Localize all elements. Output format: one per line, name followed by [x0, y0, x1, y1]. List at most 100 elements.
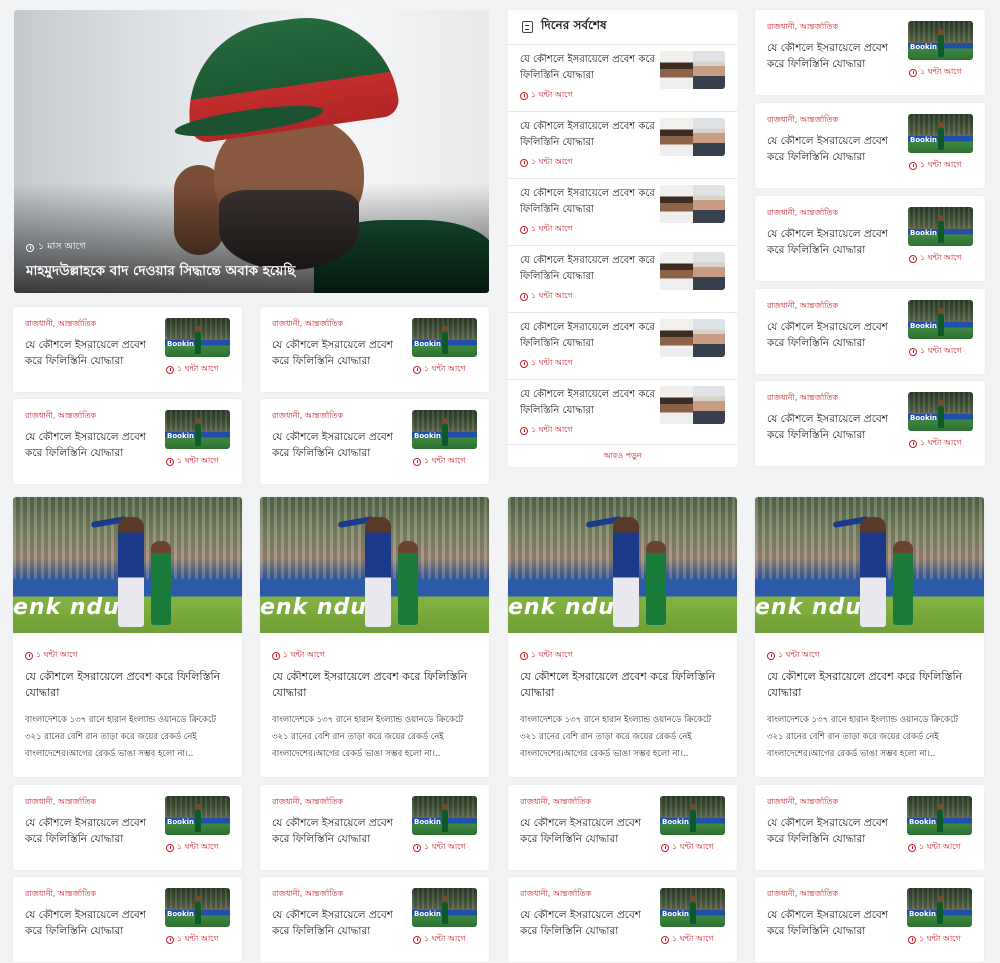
- news-card[interactable]: রাজধানী, আন্তর্জাতিক যে কৌশলে ইসরায়েলে প…: [755, 289, 985, 374]
- news-thumbnail[interactable]: Bookin: [660, 796, 725, 835]
- news-time: ১ ঘন্টা আগে: [661, 933, 714, 946]
- latest-item-thumbnail[interactable]: [660, 185, 725, 223]
- news-thumbnail[interactable]: Bookin: [660, 888, 725, 927]
- latest-item[interactable]: যে কৌশলে ইসরায়েলে প্রবেশ করে ফিলিস্তিনি…: [508, 178, 737, 245]
- category-label: রাজধানী, আন্তর্জাতিক: [25, 411, 97, 420]
- news-card[interactable]: রাজধানী, আন্তর্জাতিক যে কৌশলে ইসরায়েলে প…: [13, 785, 242, 870]
- news-title[interactable]: যে কৌশলে ইসরায়েলে প্রবেশ করে ফিলিস্তিনি…: [520, 669, 730, 701]
- news-card[interactable]: রাজধানী, আন্তর্জাতিক যে কৌশলে ইসরায়েলে প…: [508, 785, 737, 870]
- news-title[interactable]: যে কৌশলে ইসরায়েলে প্রবেশ করে ফিলিস্তিনি…: [767, 669, 977, 701]
- news-title[interactable]: যে কৌশলে ইসরায়েলে প্রবেশ করে ফিলিস্তিনি…: [25, 815, 161, 847]
- latest-item-thumbnail[interactable]: [660, 51, 725, 89]
- clock-icon: [661, 935, 669, 944]
- latest-item[interactable]: যে কৌশলে ইসরায়েলে প্রবেশ করে ফিলিস্তিনি…: [508, 379, 737, 446]
- latest-item-time: ১ ঘন্টা আগে: [520, 424, 573, 437]
- latest-news-panel: দিনের সর্বশেষ যে কৌশলে ইসরায়েলে প্রবেশ …: [508, 10, 737, 467]
- news-title[interactable]: যে কৌশলে ইসরায়েলে প্রবেশ করে ফিলিস্তিনি…: [520, 907, 656, 939]
- news-thumbnail[interactable]: Bookin: [412, 410, 477, 449]
- news-card[interactable]: রাজধানী, আন্তর্জাতিক যে কৌশলে ইসরায়েলে প…: [508, 877, 737, 962]
- news-thumbnail[interactable]: Bookin: [908, 114, 973, 153]
- news-card[interactable]: রাজধানী, আন্তর্জাতিক যে কৌশলে ইসরায়েলে প…: [260, 877, 489, 962]
- latest-item-title[interactable]: যে কৌশলে ইসরায়েলে প্রবেশ করে ফিলিস্তিনি…: [520, 186, 658, 218]
- latest-item-thumbnail[interactable]: [660, 319, 725, 357]
- news-card[interactable]: রাজধানী, আন্তর্জাতিক যে কৌশলে ইসরায়েলে প…: [755, 381, 985, 466]
- news-card[interactable]: রাজধানী, আন্তর্জাতিক যে কৌশলে ইসরায়েলে প…: [755, 196, 985, 281]
- latest-item[interactable]: যে কৌশলে ইসরায়েলে প্রবেশ করে ফিলিস্তিনি…: [508, 111, 737, 178]
- category-label: রাজধানী, আন্তর্জাতিক: [272, 889, 344, 898]
- cricket-image[interactable]: enk ndus: [13, 497, 242, 633]
- news-thumbnail[interactable]: Bookin: [907, 888, 972, 927]
- news-card[interactable]: রাজধানী, আন্তর্জাতিক যে কৌশলে ইসরায়েলে প…: [13, 307, 242, 392]
- clock-icon: [909, 68, 917, 77]
- news-thumbnail[interactable]: Bookin: [908, 392, 973, 431]
- news-title[interactable]: যে কৌশলে ইসরায়েলে প্রবেশ করে ফিলিস্তিনি…: [767, 411, 903, 443]
- news-card[interactable]: রাজধানী, আন্তর্জাতিক যে কৌশলে ইসরায়েলে প…: [260, 399, 489, 484]
- news-time: ১ ঘন্টা আগে: [166, 933, 219, 946]
- news-card[interactable]: রাজধানী, আন্তর্জাতিক যে কৌশলে ইসরায়েলে প…: [755, 785, 984, 870]
- news-title[interactable]: যে কৌশলে ইসরায়েলে প্রবেশ করে ফিলিস্তিনি…: [272, 907, 408, 939]
- news-card[interactable]: রাজধানী, আন্তর্জাতিক যে কৌশলে ইসরায়েলে প…: [13, 877, 242, 962]
- news-thumbnail[interactable]: Bookin: [908, 21, 973, 60]
- news-card[interactable]: রাজধানী, আন্তর্জাতিক যে কৌশলে ইসরায়েলে প…: [755, 877, 984, 962]
- news-thumbnail[interactable]: Bookin: [907, 796, 972, 835]
- clock-icon: [520, 225, 528, 234]
- news-title[interactable]: যে কৌশলে ইসরায়েলে প্রবেশ করে ফিলিস্তিনি…: [25, 337, 161, 369]
- news-thumbnail[interactable]: Bookin: [908, 300, 973, 339]
- news-title[interactable]: যে কৌশলে ইসরায়েলে প্রবেশ করে ফিলিস্তিনি…: [272, 429, 408, 461]
- news-card[interactable]: রাজধানী, আন্তর্জাতিক যে কৌশলে ইসরায়েলে প…: [755, 103, 985, 188]
- news-thumbnail[interactable]: Bookin: [412, 796, 477, 835]
- featured-news-card[interactable]: enk ndus ১ ঘন্টা আগে যে কৌশলে ইসরায়েলে প্…: [508, 497, 737, 777]
- latest-item-title[interactable]: যে কৌশলে ইসরায়েলে প্রবেশ করে ফিলিস্তিনি…: [520, 320, 658, 352]
- news-title[interactable]: যে কৌশলে ইসরায়েলে প্রবেশ করে ফিলিস্তিনি…: [767, 907, 903, 939]
- news-title[interactable]: যে কৌশলে ইসরায়েলে প্রবেশ করে ফিলিস্তিনি…: [767, 815, 903, 847]
- latest-item[interactable]: যে কৌশলে ইসরায়েলে প্রবেশ করে ফিলিস্তিনি…: [508, 245, 737, 312]
- news-card[interactable]: রাজধানী, আন্তর্জাতিক যে কৌশলে ইসরায়েলে প…: [260, 785, 489, 870]
- news-title[interactable]: যে কৌশলে ইসরায়েলে প্রবেশ করে ফিলিস্তিনি…: [767, 226, 903, 258]
- cricket-image[interactable]: enk ndus: [508, 497, 737, 633]
- read-more-link[interactable]: আরও পড়ুন: [508, 444, 737, 463]
- latest-item[interactable]: যে কৌশলে ইসরায়েলে প্রবেশ করে ফিলিস্তিনি…: [508, 312, 737, 379]
- news-thumbnail[interactable]: Bookin: [412, 318, 477, 357]
- news-thumbnail[interactable]: Bookin: [165, 888, 230, 927]
- latest-item-title[interactable]: যে কৌশলে ইসরায়েলে প্রবেশ করে ফিলিস্তিনি…: [520, 387, 658, 419]
- news-card[interactable]: রাজধানী, আন্তর্জাতিক যে কৌশলে ইসরায়েলে প…: [13, 399, 242, 484]
- latest-item-thumbnail[interactable]: [660, 118, 725, 156]
- news-time: ১ ঘন্টা আগে: [909, 252, 962, 265]
- category-label: রাজধানী, আন্তর্জাতিক: [272, 319, 344, 328]
- hero-card[interactable]: ১ মাস আগে মাহমুদউল্লাহকে বাদ দেওয়ার সিদ…: [14, 10, 489, 293]
- latest-item-title[interactable]: যে কৌশলে ইসরায়েলে প্রবেশ করে ফিলিস্তিনি…: [520, 119, 658, 151]
- news-title[interactable]: যে কৌশলে ইসরায়েলে প্রবেশ করে ফিলিস্তিনি…: [272, 815, 408, 847]
- news-title[interactable]: যে কৌশলে ইসরায়েলে প্রবেশ করে ফিলিস্তিনি…: [520, 815, 656, 847]
- latest-item[interactable]: যে কৌশলে ইসরায়েলে প্রবেশ করে ফিলিস্তিনি…: [508, 44, 737, 111]
- news-title[interactable]: যে কৌশলে ইসরায়েলে প্রবেশ করে ফিলিস্তিনি…: [25, 429, 161, 461]
- news-card[interactable]: রাজধানী, আন্তর্জাতিক যে কৌশলে ইসরায়েলে প…: [260, 307, 489, 392]
- news-time: ১ ঘন্টা আগে: [909, 345, 962, 358]
- news-title[interactable]: যে কৌশলে ইসরায়েলে প্রবেশ করে ফিলিস্তিনি…: [767, 319, 903, 351]
- clock-icon: [520, 426, 528, 435]
- news-title[interactable]: যে কৌশলে ইসরায়েলে প্রবেশ করে ফিলিস্তিনি…: [25, 669, 235, 701]
- hero-title[interactable]: মাহমুদউল্লাহকে বাদ দেওয়ার সিদ্ধান্তে অব…: [26, 260, 295, 283]
- news-time: ১ ঘন্টা আগে: [166, 841, 219, 854]
- latest-item-thumbnail[interactable]: [660, 386, 725, 424]
- clock-icon: [908, 843, 916, 852]
- news-thumbnail[interactable]: Bookin: [165, 318, 230, 357]
- latest-item-title[interactable]: যে কৌশলে ইসরায়েলে প্রবেশ করে ফিলিস্তিনি…: [520, 52, 658, 84]
- clock-icon: [413, 935, 421, 944]
- news-title[interactable]: যে কৌশলে ইসরায়েলে প্রবেশ করে ফিলিস্তিনি…: [767, 133, 903, 165]
- latest-item-thumbnail[interactable]: [660, 252, 725, 290]
- news-title[interactable]: যে কৌশলে ইসরায়েলে প্রবেশ করে ফিলিস্তিনি…: [272, 337, 408, 369]
- cricket-image[interactable]: enk ndus: [755, 497, 984, 633]
- news-title[interactable]: যে কৌশলে ইসরায়েলে প্রবেশ করে ফিলিস্তিনি…: [25, 907, 161, 939]
- latest-item-title[interactable]: যে কৌশলে ইসরায়েলে প্রবেশ করে ফিলিস্তিনি…: [520, 253, 658, 285]
- news-thumbnail[interactable]: Bookin: [165, 796, 230, 835]
- news-thumbnail[interactable]: Bookin: [412, 888, 477, 927]
- featured-news-card[interactable]: enk ndus ১ ঘন্টা আগে যে কৌশলে ইসরায়েলে প্…: [13, 497, 242, 777]
- featured-news-card[interactable]: enk ndus ১ ঘন্টা আগে যে কৌশলে ইসরায়েলে প্…: [260, 497, 489, 777]
- news-title[interactable]: যে কৌশলে ইসরায়েলে প্রবেশ করে ফিলিস্তিনি…: [767, 40, 903, 72]
- featured-news-card[interactable]: enk ndus ১ ঘন্টা আগে যে কৌশলে ইসরায়েলে প্…: [755, 497, 984, 777]
- news-thumbnail[interactable]: Bookin: [908, 207, 973, 246]
- news-card[interactable]: রাজধানী, আন্তর্জাতিক যে কৌশলে ইসরায়েলে প…: [755, 10, 985, 95]
- news-title[interactable]: যে কৌশলে ইসরায়েলে প্রবেশ করে ফিলিস্তিনি…: [272, 669, 482, 701]
- news-thumbnail[interactable]: Bookin: [165, 410, 230, 449]
- cricket-image[interactable]: enk ndus: [260, 497, 489, 633]
